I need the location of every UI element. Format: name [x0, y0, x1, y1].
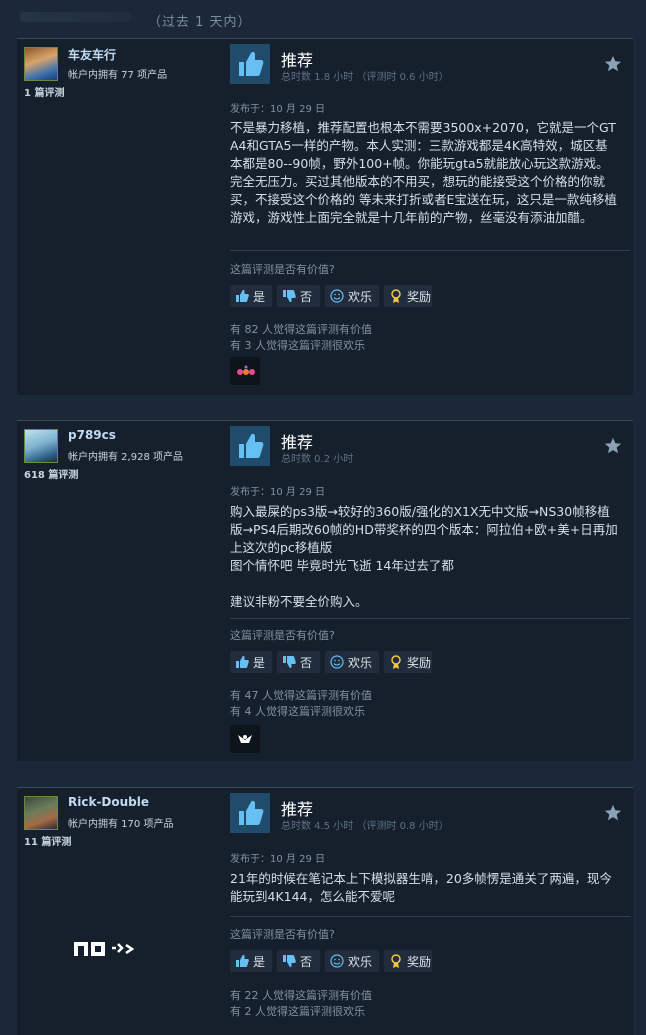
- reviewer-name[interactable]: Rick-Double: [68, 795, 149, 809]
- vote-no-label: 否: [300, 954, 313, 969]
- award-star-icon[interactable]: [604, 437, 622, 455]
- thumbs-up-icon: [234, 654, 250, 670]
- vote-funny-button[interactable]: 欢乐: [325, 950, 379, 972]
- watermark-logo: [74, 942, 135, 956]
- vote-yes-button[interactable]: 是: [230, 651, 272, 673]
- review-text: 21年的时候在笔记本上下模拟器生啃，20多帧愣是通关了两遍，现今能玩到4K144…: [230, 871, 612, 904]
- helpful-question: 这篇评测是否有价值?: [230, 629, 335, 642]
- vote-yes-label: 是: [253, 289, 266, 304]
- award-label: 奖励: [407, 954, 432, 969]
- posted-date: 发布于：10 月 29 日: [230, 854, 325, 865]
- thumbs-up-icon: [234, 288, 250, 304]
- avatar[interactable]: [24, 429, 58, 463]
- products-owned[interactable]: 帐户内拥有 170 项产品: [68, 815, 173, 830]
- thumbs-up-icon: [234, 953, 250, 969]
- playtime: 总时数 4.5 小时 （评测时 0.8 小时）: [281, 821, 449, 832]
- playtime: 总时数 1.8 小时 （评测时 0.6 小时）: [281, 72, 449, 83]
- avatar[interactable]: [24, 47, 58, 81]
- vote-no-label: 否: [300, 655, 313, 670]
- filter-bar: （过去 1 天内）: [0, 0, 646, 36]
- products-owned[interactable]: 帐户内拥有 2,928 项产品: [68, 448, 183, 463]
- vote-yes-button[interactable]: 是: [230, 285, 272, 307]
- vote-no-button[interactable]: 否: [277, 285, 320, 307]
- vote-yes-label: 是: [253, 954, 266, 969]
- review-text: 不是暴力移植，推荐配置也根本不需要3500x+2070，它就是一个GTA4和GT…: [230, 120, 617, 225]
- smiley-icon: [329, 654, 345, 670]
- award-label: 奖励: [407, 289, 432, 304]
- award-button[interactable]: 奖励: [384, 651, 432, 673]
- thumbs-down-icon: [281, 654, 297, 670]
- smiley-icon: [329, 953, 345, 969]
- reviewer-name[interactable]: 车友车行: [68, 46, 116, 63]
- divider: [230, 618, 630, 619]
- blurred-filter-text: [20, 12, 130, 22]
- received-award-icon[interactable]: [230, 725, 260, 753]
- smiley-icon: [329, 288, 345, 304]
- avatar[interactable]: [24, 796, 58, 830]
- funny-count: 有 2 人觉得这篇评测很欢乐: [230, 1005, 365, 1018]
- thumbs-up-icon[interactable]: [230, 44, 270, 84]
- thumbs-up-icon[interactable]: [230, 793, 270, 833]
- received-award-icon[interactable]: [230, 357, 260, 385]
- reviewer-name[interactable]: p789cs: [68, 428, 116, 442]
- review-card: p789cs 帐户内拥有 2,928 项产品 618 篇评测 推荐 总时数 0.…: [17, 420, 633, 761]
- award-star-icon[interactable]: [604, 804, 622, 822]
- products-owned[interactable]: 帐户内拥有 77 项产品: [68, 66, 167, 81]
- posted-date: 发布于：10 月 29 日: [230, 104, 325, 115]
- helpful-question: 这篇评测是否有价值?: [230, 928, 335, 941]
- helpful-count: 有 47 人觉得这篇评测有价值: [230, 689, 372, 702]
- award-label: 奖励: [407, 655, 432, 670]
- review-text: 购入最屎的ps3版→较好的360版/强化的X1X无中文版→NS30帧移植版→PS…: [230, 504, 618, 609]
- award-button[interactable]: 奖励: [384, 950, 432, 972]
- reviews-count[interactable]: 1 篇评测: [24, 84, 64, 99]
- playtime: 总时数 0.2 小时: [281, 454, 354, 465]
- vote-no-button[interactable]: 否: [277, 651, 320, 673]
- award-star-icon[interactable]: [604, 55, 622, 73]
- reviews-count[interactable]: 11 篇评测: [24, 833, 71, 848]
- thumbs-down-icon: [281, 953, 297, 969]
- award-ribbon-icon: [388, 288, 404, 304]
- award-ribbon-icon: [388, 654, 404, 670]
- award-button[interactable]: 奖励: [384, 285, 432, 307]
- posted-date: 发布于：10 月 29 日: [230, 487, 325, 498]
- thumbs-down-icon: [281, 288, 297, 304]
- vote-funny-button[interactable]: 欢乐: [325, 285, 379, 307]
- thumbs-up-icon[interactable]: [230, 426, 270, 466]
- review-card: Rick-Double 帐户内拥有 170 项产品 11 篇评测 推荐 总时数 …: [17, 787, 633, 1035]
- vote-yes-label: 是: [253, 655, 266, 670]
- helpful-question: 这篇评测是否有价值?: [230, 263, 335, 276]
- reviews-count[interactable]: 618 篇评测: [24, 466, 78, 481]
- time-range-label: （过去 1 天内）: [148, 15, 252, 30]
- helpful-count: 有 22 人觉得这篇评测有价值: [230, 989, 372, 1002]
- vote-funny-label: 欢乐: [348, 289, 373, 304]
- review-card: 车友车行 帐户内拥有 77 项产品 1 篇评测 推荐 总时数 1.8 小时 （评…: [17, 38, 633, 395]
- vote-yes-button[interactable]: 是: [230, 950, 272, 972]
- award-ribbon-icon: [388, 953, 404, 969]
- vote-no-label: 否: [300, 289, 313, 304]
- divider: [230, 916, 630, 917]
- vote-funny-label: 欢乐: [348, 954, 373, 969]
- helpful-count: 有 82 人觉得这篇评测有价值: [230, 323, 372, 336]
- vote-no-button[interactable]: 否: [277, 950, 320, 972]
- funny-count: 有 4 人觉得这篇评测很欢乐: [230, 705, 365, 718]
- funny-count: 有 3 人觉得这篇评测很欢乐: [230, 339, 365, 352]
- vote-funny-label: 欢乐: [348, 655, 373, 670]
- vote-funny-button[interactable]: 欢乐: [325, 651, 379, 673]
- divider: [230, 250, 630, 251]
